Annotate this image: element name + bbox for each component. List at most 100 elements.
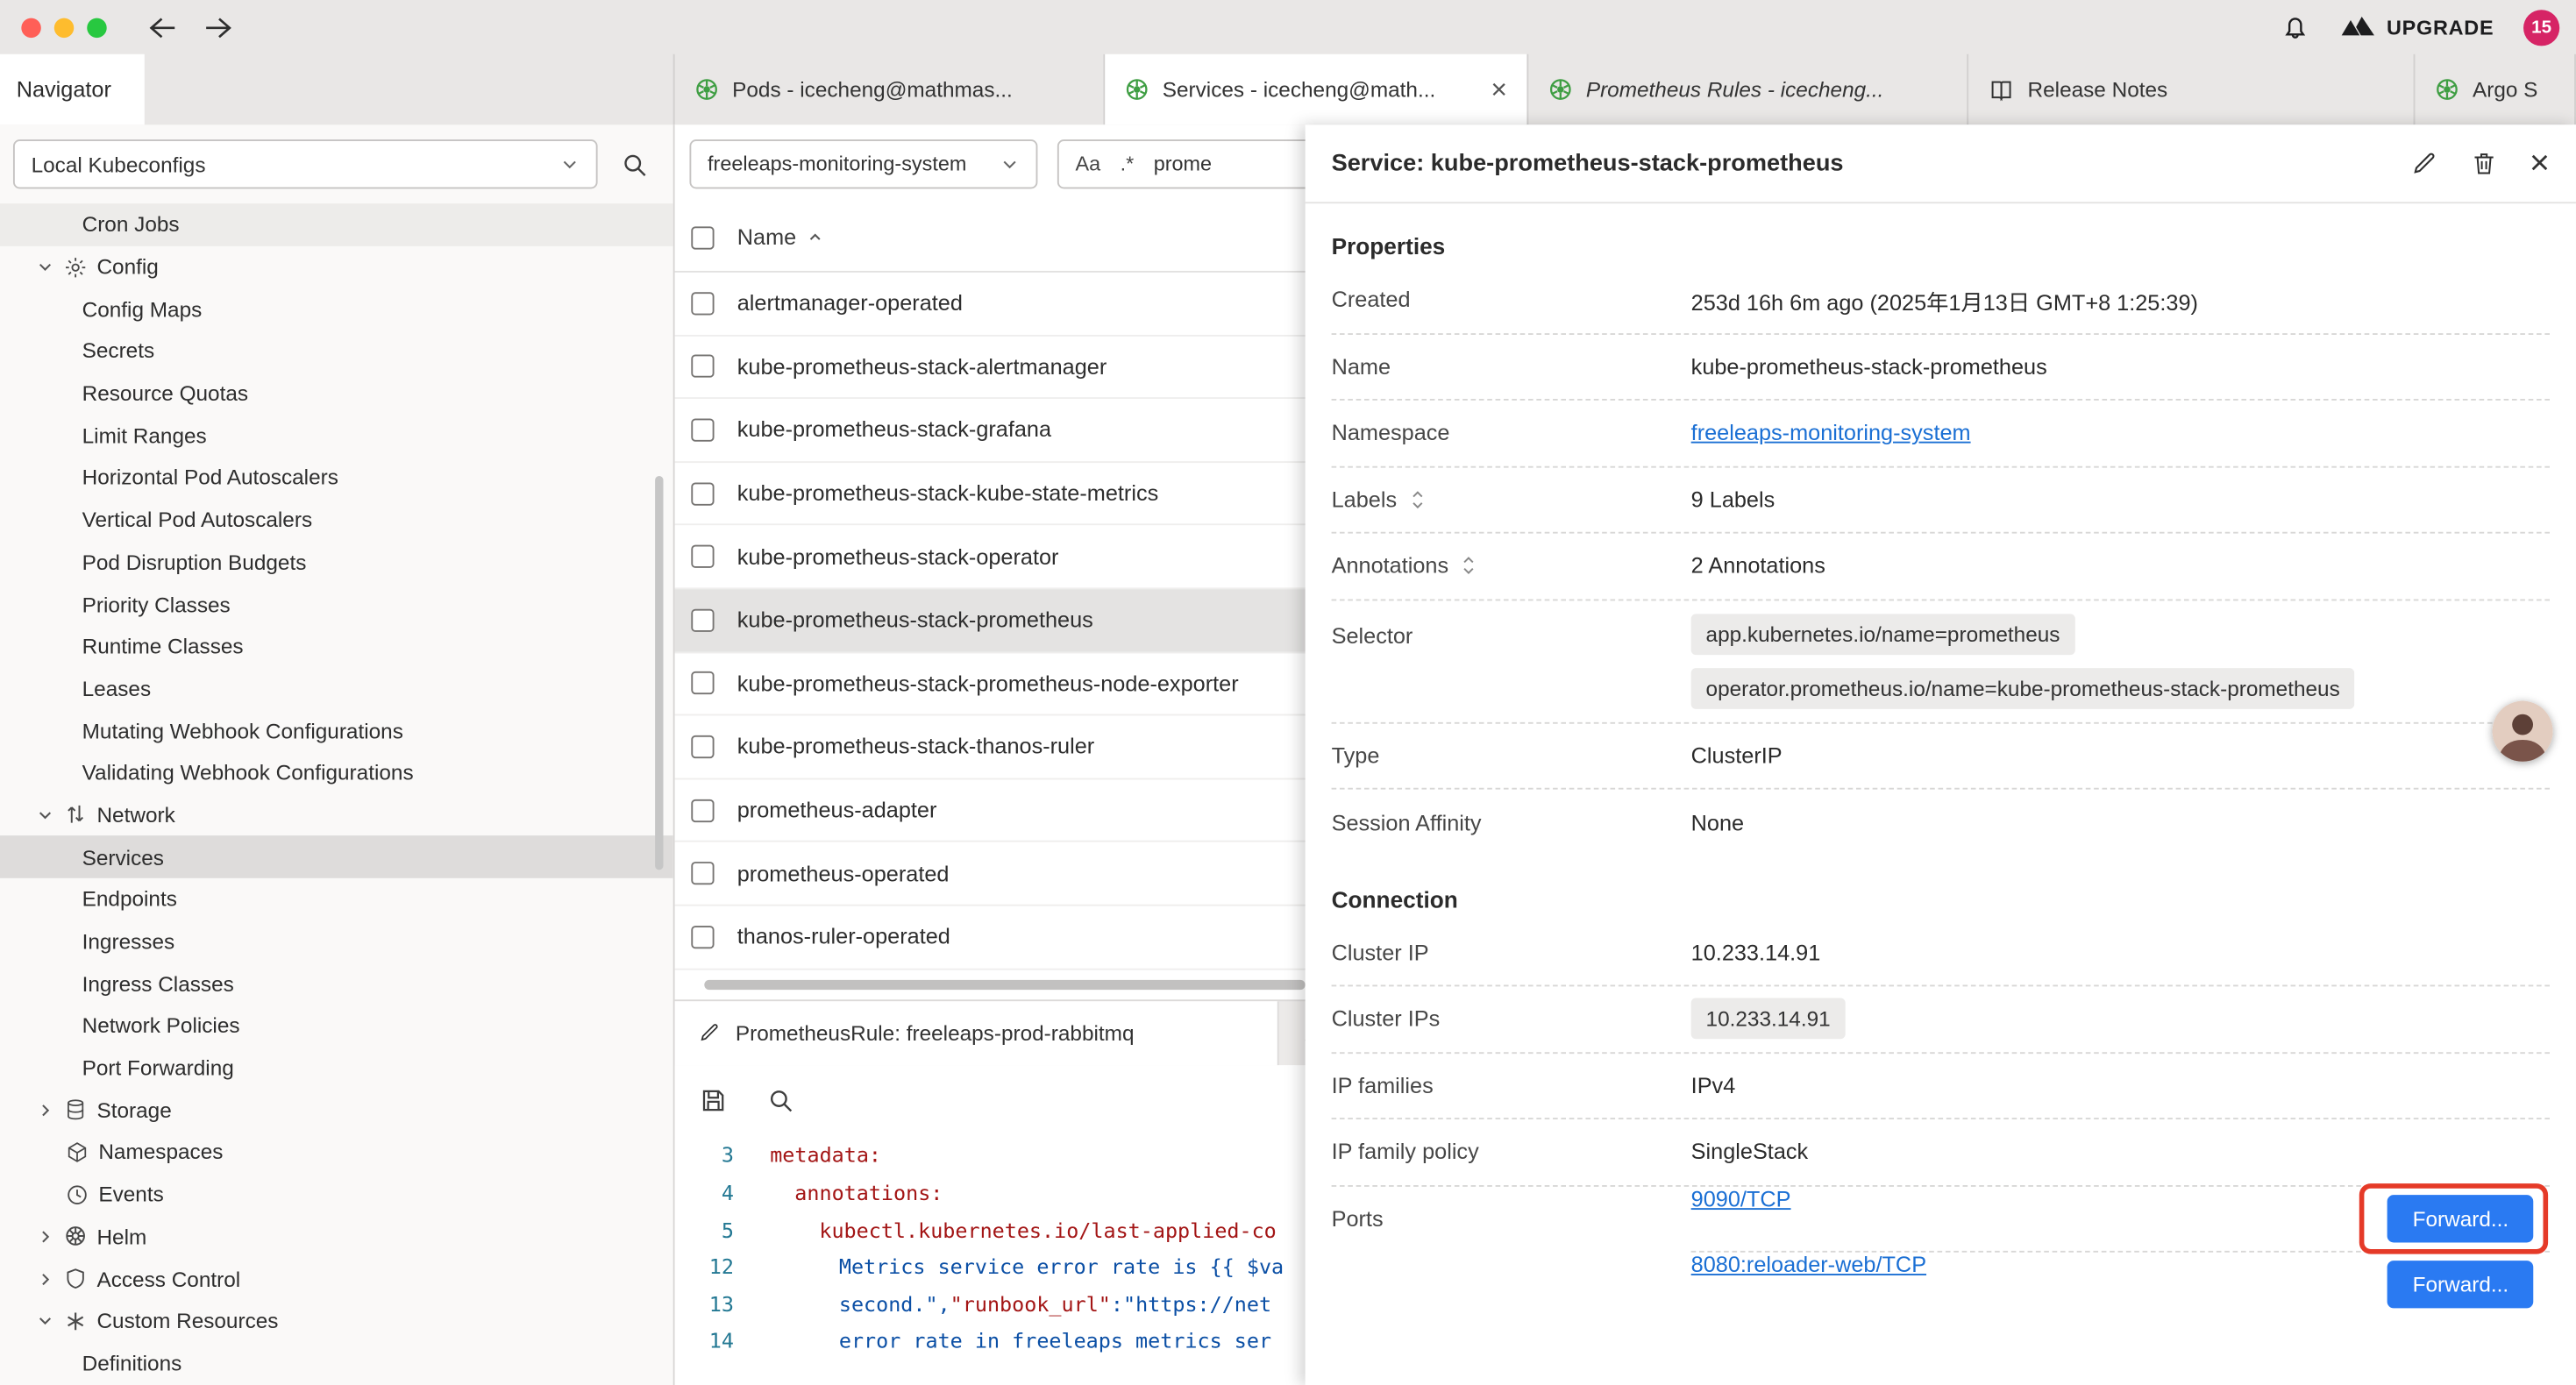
sort-toggle-icon[interactable]	[1460, 555, 1478, 576]
sidebar-item-vertical-pod-autoscalers[interactable]: Vertical Pod Autoscalers	[0, 499, 673, 541]
mountain-icon	[2339, 13, 2375, 41]
tab-argo[interactable]: Argo S	[2414, 54, 2576, 125]
sidebar-item-mutating-webhook-configurations[interactable]: Mutating Webhook Configurations	[0, 709, 673, 751]
sidebar-item-namespaces[interactable]: Namespaces	[0, 1131, 673, 1173]
sidebar-item-access-control[interactable]: Access Control	[0, 1258, 673, 1300]
upgrade-button[interactable]: UPGRADE	[2339, 13, 2494, 41]
sidebar-item-priority-classes[interactable]: Priority Classes	[0, 583, 673, 625]
sidebar-item-label: Resource Quotas	[82, 381, 248, 406]
service-name: kube-prometheus-stack-grafana	[737, 418, 1051, 443]
close-window-button[interactable]	[21, 18, 40, 37]
sidebar-item-storage[interactable]: Storage	[0, 1089, 673, 1131]
sidebar-item-services[interactable]: Services	[0, 836, 673, 878]
sidebar-item-ingress-classes[interactable]: Ingress Classes	[0, 962, 673, 1005]
port-link[interactable]: 8080:reloader-web/TCP	[1691, 1252, 1926, 1276]
tab-prometheus-rules[interactable]: Prometheus Rules - icecheng...	[1526, 54, 1967, 125]
notification-count-badge[interactable]: 15	[2523, 9, 2559, 45]
avatar[interactable]	[2492, 701, 2552, 762]
sidebar-item-resource-quotas[interactable]: Resource Quotas	[0, 373, 673, 415]
section-title-connection: Connection	[1332, 885, 2550, 912]
name-column-header[interactable]: Name	[737, 225, 824, 250]
row-checkbox[interactable]	[691, 482, 714, 505]
sidebar-item-config-maps[interactable]: Config Maps	[0, 288, 673, 330]
tab-release-notes[interactable]: Release Notes	[1967, 54, 2413, 125]
sidebar-item-network-policies[interactable]: Network Policies	[0, 1005, 673, 1047]
sidebar-item-helm[interactable]: Helm	[0, 1216, 673, 1258]
regex-toggle[interactable]: .*	[1121, 153, 1135, 175]
sidebar-item-custom-resources[interactable]: Custom Resources	[0, 1300, 673, 1342]
forward-arrow-icon[interactable]	[203, 14, 235, 40]
horizontal-scrollbar-thumb[interactable]	[704, 979, 1305, 989]
sidebar-item-pod-disruption-budgets[interactable]: Pod Disruption Budgets	[0, 541, 673, 583]
sidebar-item-limit-ranges[interactable]: Limit Ranges	[0, 415, 673, 457]
sidebar-item-config[interactable]: Config	[0, 245, 673, 288]
sidebar-item-network[interactable]: Network	[0, 794, 673, 836]
row-checkbox[interactable]	[691, 545, 714, 568]
editor-tab-prometheusrule[interactable]: PrometheusRule: freeleaps-prod-rabbitmq	[675, 1000, 1279, 1064]
sidebar-item-leases[interactable]: Leases	[0, 667, 673, 709]
row-checkbox[interactable]	[691, 926, 714, 948]
row-checkbox[interactable]	[691, 862, 714, 884]
property-key: Namespace	[1332, 421, 1691, 445]
property-row-ip-family-policy: IP family policy SingleStack	[1332, 1119, 2550, 1186]
sidebar-item-label: Services	[82, 845, 164, 870]
row-checkbox[interactable]	[691, 799, 714, 821]
sidebar-item-label: Mutating Webhook Configurations	[82, 718, 403, 742]
select-all-checkbox[interactable]	[691, 225, 714, 248]
close-icon[interactable]: ×	[2530, 146, 2550, 181]
code-token: annotations:	[794, 1180, 943, 1204]
sidebar-scrollbar[interactable]	[655, 476, 663, 870]
property-key: IP families	[1332, 1073, 1691, 1097]
sidebar-item-cron-jobs[interactable]: Cron Jobs	[0, 203, 673, 245]
sidebar-item-label: Namespaces	[98, 1140, 223, 1164]
property-value: ClusterIP	[1691, 743, 2550, 768]
row-checkbox[interactable]	[691, 418, 714, 441]
sidebar-item-events[interactable]: Events	[0, 1173, 673, 1215]
sidebar-item-secrets[interactable]: Secrets	[0, 330, 673, 372]
column-label: Name	[737, 225, 796, 250]
maximize-window-button[interactable]	[87, 18, 106, 37]
navigator-panel-tab[interactable]: Navigator	[0, 54, 145, 125]
row-checkbox[interactable]	[691, 292, 714, 315]
sort-toggle-icon[interactable]	[1408, 489, 1427, 510]
search-icon[interactable]	[621, 151, 649, 179]
property-key: Labels	[1332, 487, 1398, 512]
match-case-toggle[interactable]: Aa	[1075, 153, 1100, 175]
tab-pods[interactable]: Pods - icecheng@mathmas...	[673, 54, 1104, 125]
namespace-filter-dropdown[interactable]: freeleaps-monitoring-system	[689, 139, 1037, 188]
back-arrow-icon[interactable]	[146, 14, 178, 40]
close-tab-icon[interactable]: ×	[1477, 75, 1507, 103]
row-checkbox[interactable]	[691, 355, 714, 378]
trash-icon[interactable]	[2471, 149, 2497, 177]
sidebar-item-horizontal-pod-autoscalers[interactable]: Horizontal Pod Autoscalers	[0, 457, 673, 499]
edit-icon[interactable]	[2409, 149, 2437, 177]
forward-button[interactable]: Forward...	[2388, 1261, 2534, 1308]
sidebar-item-endpoints[interactable]: Endpoints	[0, 878, 673, 920]
port-link[interactable]: 9090/TCP	[1691, 1186, 1791, 1211]
code-token: error rate in freeleaps metrics ser	[839, 1328, 1271, 1353]
drawer-body: Properties Created 253d 16h 6m ago (2025…	[1306, 203, 2576, 1385]
sidebar-item-ingresses[interactable]: Ingresses	[0, 920, 673, 962]
service-name: kube-prometheus-stack-kube-state-metrics	[737, 481, 1158, 506]
kubeconfig-selector[interactable]: Local Kubeconfigs	[13, 139, 598, 188]
service-name: kube-prometheus-stack-prometheus-node-ex…	[737, 671, 1239, 696]
forward-button[interactable]: Forward...	[2388, 1194, 2534, 1241]
sidebar-item-label: Storage	[96, 1097, 171, 1122]
row-checkbox[interactable]	[691, 672, 714, 695]
minimize-window-button[interactable]	[54, 18, 74, 37]
search-icon[interactable]	[766, 1087, 794, 1115]
tab-services[interactable]: Services - icecheng@math... ×	[1103, 54, 1526, 125]
property-key: Session Affinity	[1332, 811, 1691, 835]
drawer-title: Service: kube-prometheus-stack-prometheu…	[1332, 150, 1844, 176]
save-icon[interactable]	[700, 1087, 728, 1115]
sidebar-item-definitions[interactable]: Definitions	[0, 1342, 673, 1384]
sidebar-item-runtime-classes[interactable]: Runtime Classes	[0, 625, 673, 667]
property-row-ip-families: IP families IPv4	[1332, 1053, 2550, 1119]
sidebar-item-port-forwarding[interactable]: Port Forwarding	[0, 1047, 673, 1089]
namespace-link[interactable]: freeleaps-monitoring-system	[1691, 421, 1971, 445]
sidebar-item-validating-webhook-configurations[interactable]: Validating Webhook Configurations	[0, 751, 673, 793]
row-checkbox[interactable]	[691, 735, 714, 758]
bell-icon[interactable]	[2280, 11, 2309, 43]
upgrade-label: UPGRADE	[2387, 16, 2494, 39]
row-checkbox[interactable]	[691, 608, 714, 631]
